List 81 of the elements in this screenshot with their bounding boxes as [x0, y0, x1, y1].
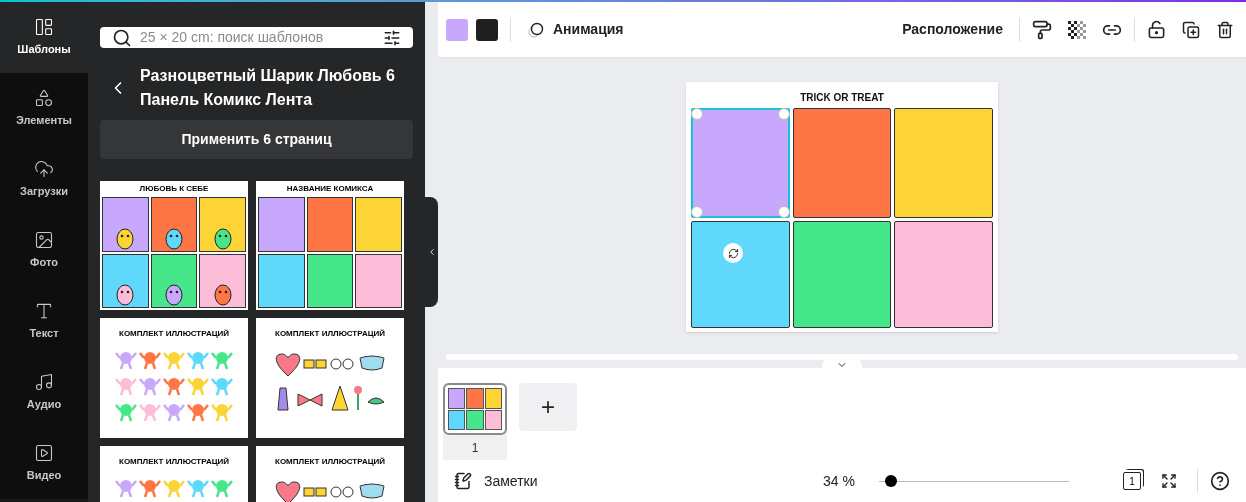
comic-panel[interactable]	[792, 108, 892, 218]
template-heading: КОМПЛЕКТ ИЛЛЮСТРАЦИЙ	[118, 456, 230, 468]
animation-button[interactable]: Анимация	[523, 19, 628, 40]
search-icon	[112, 27, 132, 48]
apply-button[interactable]: Применить 6 страниц	[100, 120, 413, 159]
comic-panel[interactable]	[792, 220, 892, 328]
template-heading: КОМПЛЕКТ ИЛЛЮСТРАЦИЙ	[274, 328, 386, 340]
play-icon	[34, 443, 54, 464]
collapse-panel-handle[interactable]	[425, 197, 438, 307]
comic-panel-drawing	[199, 253, 246, 308]
notes-icon[interactable]	[454, 472, 472, 490]
template-thumbnail[interactable]: КОМПЛЕКТ ИЛЛЮСТРАЦИЙ	[256, 446, 404, 502]
page-thumbnail-panel	[448, 388, 466, 409]
notes-button[interactable]: Заметки	[484, 470, 538, 492]
rotate-icon	[727, 247, 739, 259]
trash-icon[interactable]	[1216, 20, 1234, 39]
zoom-slider-thumb[interactable]	[884, 475, 897, 487]
template-heading: КОМПЛЕКТ ИЛЛЮСТРАЦИЙ	[118, 328, 230, 340]
comic-panel	[258, 253, 305, 308]
sidebar-tab[interactable]: Загрузки	[0, 144, 88, 215]
help-icon[interactable]	[1210, 471, 1230, 491]
transparency-icon[interactable]	[1068, 20, 1086, 39]
sidebar-tab[interactable]: Элементы	[0, 73, 88, 144]
shapes-icon	[34, 88, 54, 109]
comic-panel	[355, 253, 402, 308]
comic-panel	[306, 197, 354, 252]
resize-handle[interactable]	[691, 205, 703, 218]
comic-panel-drawing	[102, 197, 149, 252]
template-thumbnail[interactable]: НАЗВАНИЕ КОМИКСА	[256, 181, 404, 310]
comic-panel-drawing	[150, 253, 198, 308]
comic-panel[interactable]	[691, 220, 790, 328]
sidebar-tab[interactable]: Фото	[0, 215, 88, 286]
fullscreen-icon[interactable]	[1161, 473, 1177, 489]
template-thumbnail[interactable]: КОМПЛЕКТ ИЛЛЮСТРАЦИЙ	[100, 318, 248, 438]
resize-handle[interactable]	[691, 108, 703, 120]
comic-panel-drawing	[150, 197, 198, 252]
page-number: 1	[471, 440, 479, 457]
template-heading: ЛЮБОВЬ К СЕБЕ	[138, 183, 210, 195]
comic-panel-drawing	[199, 197, 246, 252]
comic-panel[interactable]	[894, 220, 993, 328]
image-icon	[34, 230, 54, 251]
color-swatch[interactable]	[476, 18, 498, 41]
zoom-slider[interactable]	[879, 475, 1069, 487]
template-thumbnail[interactable]: КОМПЛЕКТ ИЛЛЮСТРАЦИЙ	[100, 446, 248, 502]
filter-icon	[383, 28, 401, 47]
resize-handle[interactable]	[777, 108, 790, 120]
resize-handle[interactable]	[777, 205, 790, 218]
comic-panel	[306, 253, 354, 308]
template-heading: НАЗВАНИЕ КОМИКСА	[285, 183, 375, 195]
page-thumbnail-panel	[484, 388, 502, 409]
unlock-icon[interactable]	[1147, 20, 1166, 39]
page-thumbnail-panel	[448, 409, 466, 430]
page-thumbnail-panel	[466, 388, 484, 409]
template-title: Разноцветный Шарик Любовь 6 Панель Комикс Лента	[140, 66, 396, 110]
page-thumbnail-panel	[484, 409, 502, 430]
comic-panel-drawing	[102, 253, 149, 308]
comic-panel	[258, 197, 305, 252]
template-thumbnail[interactable]: ЛЮБОВЬ К СЕБЕ	[100, 181, 248, 310]
zoom-value: 34 %	[823, 471, 855, 491]
add-page-button[interactable]: +	[519, 383, 577, 431]
template-thumbnail[interactable]: КОМПЛЕКТ ИЛЛЮСТРАЦИЙ	[256, 318, 404, 438]
music-note-icon	[34, 372, 54, 393]
search-field[interactable]: 25 × 20 cm: поиск шаблонов	[100, 27, 413, 48]
position-button[interactable]: Расположение	[894, 19, 1011, 40]
comic-panel[interactable]	[894, 108, 993, 218]
sidebar-tab[interactable]: Видео	[0, 428, 88, 499]
animation-icon	[527, 20, 545, 39]
sidebar-tab[interactable]: Аудио	[0, 357, 88, 428]
page-thumbnail[interactable]: 1	[443, 383, 507, 461]
duplicate-icon[interactable]	[1182, 20, 1200, 39]
template-heading: КОМПЛЕКТ ИЛЛЮСТРАЦИЙ	[274, 456, 386, 468]
page-count-button[interactable]: 1	[1123, 472, 1141, 490]
comic-panel	[355, 197, 402, 252]
color-swatch[interactable]	[446, 18, 468, 41]
sidebar-tab[interactable]: Шаблоны	[0, 2, 88, 73]
cloud-upload-icon	[34, 159, 54, 180]
sidebar-tab[interactable]: Текст	[0, 286, 88, 357]
page-thumbnail-panel	[466, 409, 484, 430]
layout-icon	[34, 17, 54, 38]
paint-roller-icon[interactable]	[1032, 19, 1052, 40]
design-title: TRICK OR TREAT	[799, 91, 885, 105]
